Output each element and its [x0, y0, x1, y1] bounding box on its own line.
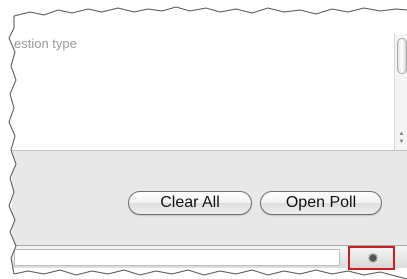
- poll-panel-screenshot: estion type ▲ ▼ Clear All Open Poll ✹: [0, 0, 407, 279]
- torn-paper-edge: [0, 0, 407, 279]
